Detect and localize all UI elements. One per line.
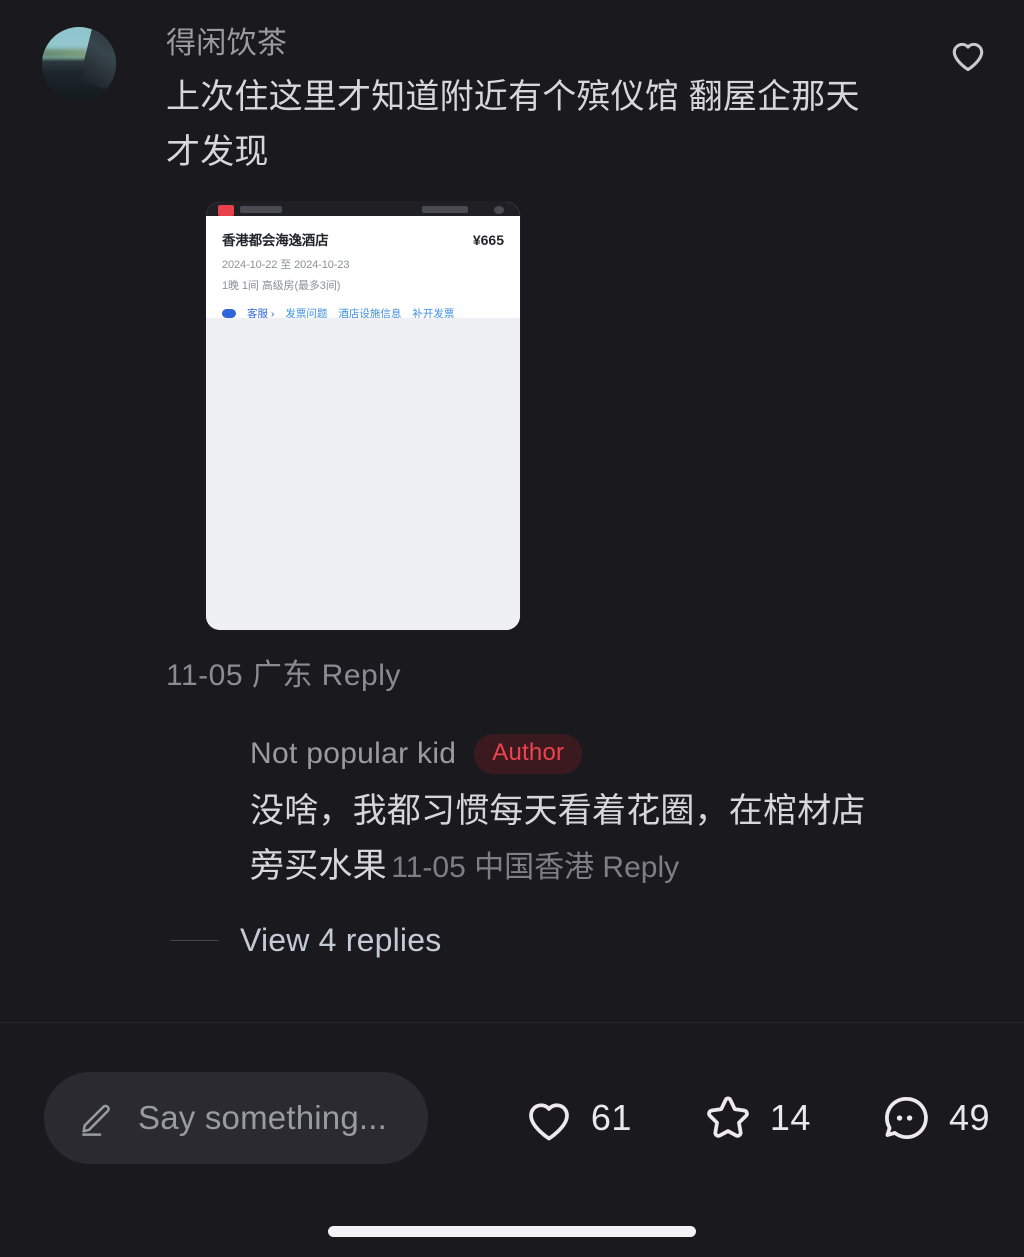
attachment-app-header: [206, 202, 520, 217]
comment-text: 上次住这里才知道附近有个殡仪馆 翻屋企那天才发现: [166, 78, 860, 172]
hotel-room-info: 1晚 1间 高级房(最多3间): [222, 280, 341, 293]
like-button[interactable]: [946, 32, 990, 76]
comment-action[interactable]: 49: [879, 1090, 990, 1146]
favorite-count: 14: [769, 1097, 811, 1138]
heart-outline-icon: [952, 42, 984, 72]
comment-thread-screen: 得闲饮茶 上次住这里才知道附近有个殡仪馆 翻屋企那天才发现 香港都会海逸酒店 ¥…: [0, 0, 1024, 1257]
comments-list: 得闲饮茶 上次住这里才知道附近有个殡仪馆 翻屋企那天才发现 香港都会海逸酒店 ¥…: [0, 0, 1024, 1022]
hotel-date-range: 2024-10-22 至 2024-10-23: [222, 259, 350, 272]
attachment-screenshot[interactable]: 香港都会海逸酒店 ¥665 2024-10-22 至 2024-10-23 1晚…: [206, 202, 520, 631]
attachment-blank-area: [206, 318, 520, 631]
like-action[interactable]: 61: [521, 1090, 632, 1146]
home-indicator-bar: [328, 1226, 696, 1237]
star-outline-icon: [707, 1096, 749, 1138]
hotel-title-row: 香港都会海逸酒店 ¥665: [222, 229, 504, 249]
divider-line: [170, 940, 218, 942]
comment-header: Not popular kid Author: [40, 728, 996, 780]
bottom-action-bar: Say something... 61 14 49: [0, 1023, 1024, 1213]
comment-body: 没啥，我都习惯每天看着花圈，在棺材店旁买水果 11-05 中国香港 Reply: [40, 784, 996, 894]
comment-username[interactable]: 得闲饮茶: [166, 18, 287, 62]
comment-input-placeholder: Say something...: [138, 1099, 387, 1136]
red-app-icon: [218, 205, 234, 217]
avatar[interactable]: [42, 27, 116, 101]
header-more-icon: [494, 206, 504, 215]
comment-item[interactable]: Not popular kid Author 没啥，我都习惯每天看着花圈，在棺材…: [0, 728, 1024, 894]
view-replies-label[interactable]: View 4 replies: [240, 922, 441, 959]
comment-count: 49: [948, 1097, 990, 1138]
comment-item[interactable]: 得闲饮茶 上次住这里才知道附近有个殡仪馆 翻屋企那天才发现 香港都会海逸酒店 ¥…: [0, 14, 1024, 694]
chat-bubble-icon: [222, 309, 236, 319]
header-title-blur: [240, 206, 282, 214]
header-right-blur: [422, 206, 468, 214]
car-window-photo-avatar: [42, 27, 116, 101]
view-replies-row[interactable]: View 4 replies: [0, 922, 1024, 959]
author-badge: Author: [474, 734, 583, 775]
action-buttons: 61 14 49: [453, 1090, 990, 1146]
comment-bubble-icon: [884, 1096, 928, 1139]
heart-outline-icon: [529, 1103, 569, 1141]
hotel-name: 香港都会海逸酒店: [222, 233, 329, 249]
comment-body: 上次住这里才知道附近有个殡仪馆 翻屋企那天才发现: [40, 70, 996, 180]
comment-input[interactable]: Say something...: [44, 1072, 428, 1164]
comment-username[interactable]: Not popular kid: [250, 737, 456, 771]
hotel-price: ¥665: [472, 232, 504, 249]
comment-meta[interactable]: 11-05 广东 Reply: [40, 650, 996, 694]
like-count: 61: [590, 1097, 632, 1138]
comment-header: 得闲饮茶: [40, 14, 996, 66]
comment-meta[interactable]: 11-05 中国香港 Reply: [391, 851, 679, 884]
favorite-action[interactable]: 14: [700, 1090, 811, 1146]
pencil-edit-icon: [82, 1104, 110, 1136]
